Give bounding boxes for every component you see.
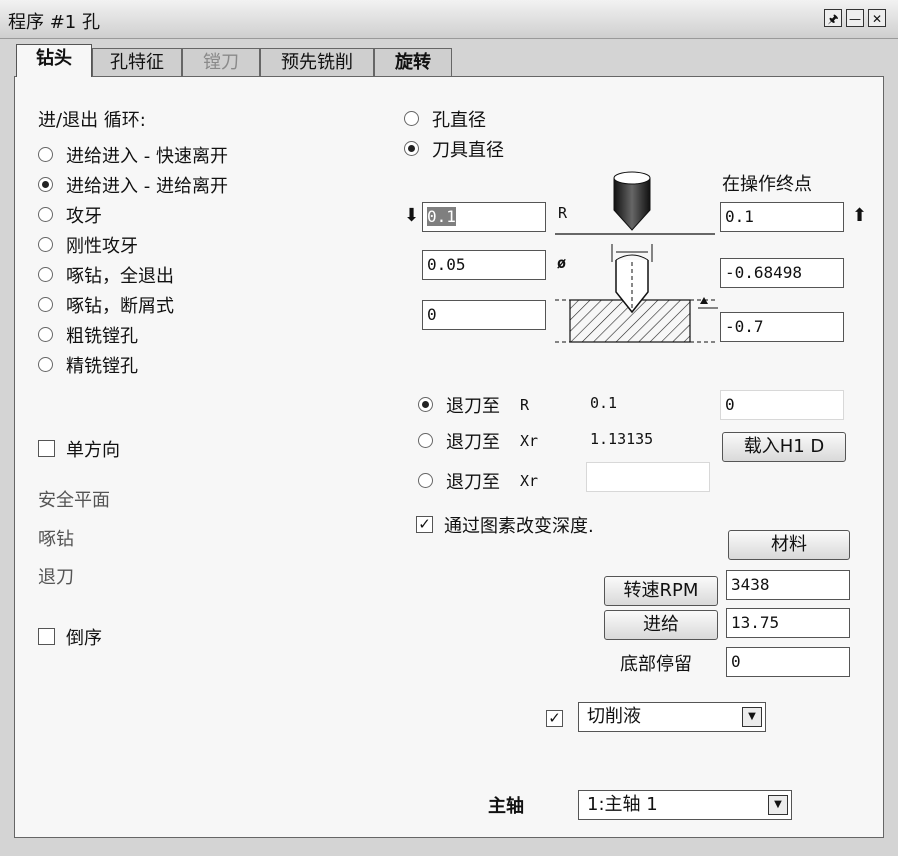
cycle-heading: 进/退出 循环: bbox=[38, 110, 146, 131]
peck-label: 啄钻 bbox=[38, 529, 74, 550]
retract-to-xr-value: 1.13135 bbox=[590, 430, 654, 448]
hole-diameter-radio[interactable] bbox=[404, 111, 419, 126]
end-depth-input[interactable]: -0.7 bbox=[720, 312, 844, 342]
spindle-select-value: 1:主轴 1 bbox=[587, 794, 658, 815]
retract-to-xr2-label[interactable]: 退刀至 bbox=[446, 468, 500, 494]
safe-plane-label: 安全平面 bbox=[38, 490, 110, 511]
cycle-label-rough-bore[interactable]: 粗铣镗孔 bbox=[66, 322, 138, 348]
tab-rotation[interactable]: 旋转 bbox=[374, 48, 452, 76]
feed-rate-input[interactable]: 13.75 bbox=[726, 608, 850, 638]
coolant-select-value: 切削液 bbox=[587, 706, 641, 727]
diagram-diameter-label: ø bbox=[557, 254, 567, 272]
cycle-radio-feed-feed[interactable] bbox=[38, 177, 53, 192]
tool-diameter-radio[interactable] bbox=[404, 141, 419, 156]
chevron-down-icon[interactable]: ▼ bbox=[768, 795, 788, 815]
chevron-down-icon[interactable]: ▼ bbox=[742, 707, 762, 727]
up-arrow-icon: ⬆ bbox=[852, 205, 868, 226]
cycle-radio-tap[interactable] bbox=[38, 207, 53, 222]
single-direction-label[interactable]: 单方向 bbox=[66, 436, 120, 462]
end-retract-input[interactable]: 0.1 bbox=[720, 202, 844, 232]
diameter-offset-input[interactable]: 0.05 bbox=[422, 250, 546, 280]
retract-r-input-value: 0.1 bbox=[427, 207, 456, 226]
at-operation-end-label: 在操作终点 bbox=[722, 174, 812, 195]
retract-to-xr2-code: Xr bbox=[520, 472, 539, 490]
tab-hole-feature[interactable]: 孔特征 bbox=[92, 48, 182, 76]
hole-diameter-label[interactable]: 孔直径 bbox=[432, 106, 486, 132]
drill-diagram bbox=[555, 171, 718, 343]
title-bar bbox=[0, 0, 898, 39]
retract-to-xr-label[interactable]: 退刀至 bbox=[446, 428, 500, 454]
reverse-label[interactable]: 倒序 bbox=[66, 624, 102, 650]
window-title: 程序 #1 孔 bbox=[8, 12, 100, 33]
cycle-label-tap[interactable]: 攻牙 bbox=[66, 202, 102, 228]
diagram-r-label: R bbox=[558, 204, 568, 222]
dwell-label: 底部停留 bbox=[620, 654, 692, 675]
cycle-label-feed-rapid[interactable]: 进给进入 - 快速离开 bbox=[66, 142, 228, 168]
coolant-checkbox[interactable]: ✓ bbox=[546, 710, 563, 727]
feed-rate-button[interactable]: 进给 bbox=[604, 610, 718, 640]
minimize-icon[interactable]: — bbox=[846, 9, 864, 27]
single-direction-checkbox[interactable] bbox=[38, 440, 55, 457]
spindle-speed-button[interactable]: 转速RPM bbox=[604, 576, 718, 606]
pin-icon[interactable]: 🖈 bbox=[824, 9, 842, 27]
retract-to-r-label[interactable]: 退刀至 bbox=[446, 392, 500, 418]
cycle-radio-finish-bore[interactable] bbox=[38, 357, 53, 372]
retract-to-r-code: R bbox=[520, 396, 530, 414]
cycle-label-finish-bore[interactable]: 精铣镗孔 bbox=[66, 352, 138, 378]
retract-to-xr-code: Xr bbox=[520, 432, 539, 450]
depth-by-geometry-label[interactable]: 通过图素改变深度. bbox=[444, 512, 594, 538]
cycle-radio-peck-chipbreak[interactable] bbox=[38, 297, 53, 312]
cycle-radio-rigid-tap[interactable] bbox=[38, 237, 53, 252]
cycle-label-peck-full[interactable]: 啄钻，全退出 bbox=[66, 262, 174, 288]
cycle-label-peck-chipbreak[interactable]: 啄钻，断屑式 bbox=[66, 292, 174, 318]
retract-right-input[interactable]: 0 bbox=[720, 390, 844, 420]
top-of-stock-input[interactable]: 0 bbox=[422, 300, 546, 330]
cycle-label-feed-feed[interactable]: 进给进入 - 进给离开 bbox=[66, 172, 228, 198]
spindle-speed-input[interactable]: 3438 bbox=[726, 570, 850, 600]
dwell-input[interactable]: 0 bbox=[726, 647, 850, 677]
close-icon[interactable]: ✕ bbox=[868, 9, 886, 27]
retract-to-r-value: 0.1 bbox=[590, 394, 618, 412]
tab-pre-milling[interactable]: 预先铣削 bbox=[260, 48, 374, 76]
retract-label: 退刀 bbox=[38, 567, 74, 588]
cycle-radio-feed-rapid[interactable] bbox=[38, 147, 53, 162]
cycle-radio-peck-full[interactable] bbox=[38, 267, 53, 282]
cycle-label-rigid-tap[interactable]: 刚性攻牙 bbox=[66, 232, 138, 258]
coolant-select[interactable]: 切削液 ▼ bbox=[578, 702, 766, 732]
retract-to-xr-radio[interactable] bbox=[418, 433, 433, 448]
retract-to-r-radio[interactable] bbox=[418, 397, 433, 412]
cycle-radio-rough-bore[interactable] bbox=[38, 327, 53, 342]
down-arrow-icon: ⬇ bbox=[404, 205, 420, 226]
retract-r-input[interactable]: 0.1 bbox=[422, 202, 546, 232]
material-button[interactable]: 材料 bbox=[728, 530, 850, 560]
tab-drill[interactable]: 钻头 bbox=[16, 44, 92, 77]
spindle-label: 主轴 bbox=[488, 796, 524, 817]
reverse-checkbox[interactable] bbox=[38, 628, 55, 645]
spindle-select[interactable]: 1:主轴 1 ▼ bbox=[578, 790, 792, 820]
retract-xr2-input[interactable] bbox=[586, 462, 710, 492]
tool-diameter-label[interactable]: 刀具直径 bbox=[432, 136, 504, 162]
depth-by-geometry-checkbox[interactable]: ✓ bbox=[416, 516, 433, 533]
end-top-input[interactable]: -0.68498 bbox=[720, 258, 844, 288]
retract-to-xr2-radio[interactable] bbox=[418, 473, 433, 488]
load-h1-d-button[interactable]: 载入H1 D bbox=[722, 432, 846, 462]
tab-boring: 镗刀 bbox=[182, 48, 260, 76]
